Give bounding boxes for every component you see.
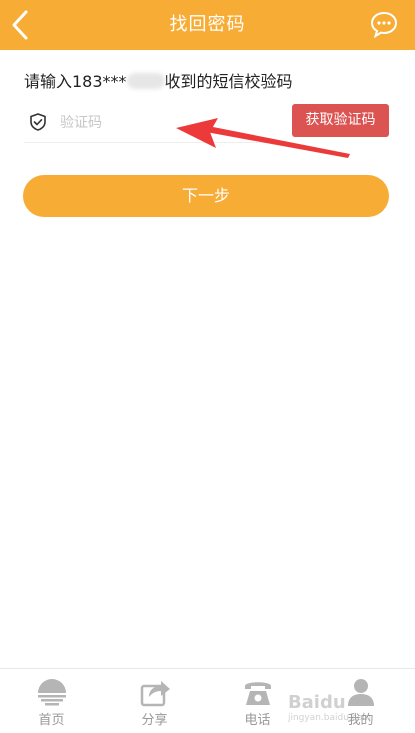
chat-bubble-icon	[370, 11, 398, 39]
baidu-watermark: Baidu jingyan.baidu.com	[288, 692, 371, 723]
sms-prompt-prefix: 请输入183***	[24, 72, 127, 91]
share-icon	[140, 681, 170, 707]
chat-button[interactable]	[369, 10, 399, 40]
page-title: 找回密码	[169, 14, 246, 35]
header-bar: 找回密码	[0, 0, 415, 50]
masked-digits	[126, 73, 165, 89]
sms-prompt-suffix: 收到的短信校验码	[164, 72, 293, 91]
annotation-arrow-icon	[176, 118, 350, 158]
watermark-sub: jingyan.baidu.com	[287, 713, 371, 723]
phone-icon	[245, 682, 271, 705]
shield-icon	[30, 113, 46, 131]
home-icon	[38, 679, 66, 706]
tab-home-label: 首页	[38, 713, 65, 728]
watermark-text: Baidu	[287, 692, 346, 713]
tab-share-label: 分享	[141, 713, 168, 728]
sms-prompt: 请输入183*** 收到的短信校验码	[24, 68, 293, 92]
tab-share[interactable]: 分享	[103, 669, 206, 733]
bottom-tab-bar: 首页 分享 电话 我的 Baidu jingyan.baidu.com	[0, 668, 415, 733]
tab-home[interactable]: 首页	[0, 669, 103, 733]
next-step-button[interactable]: 下一步	[23, 175, 389, 217]
